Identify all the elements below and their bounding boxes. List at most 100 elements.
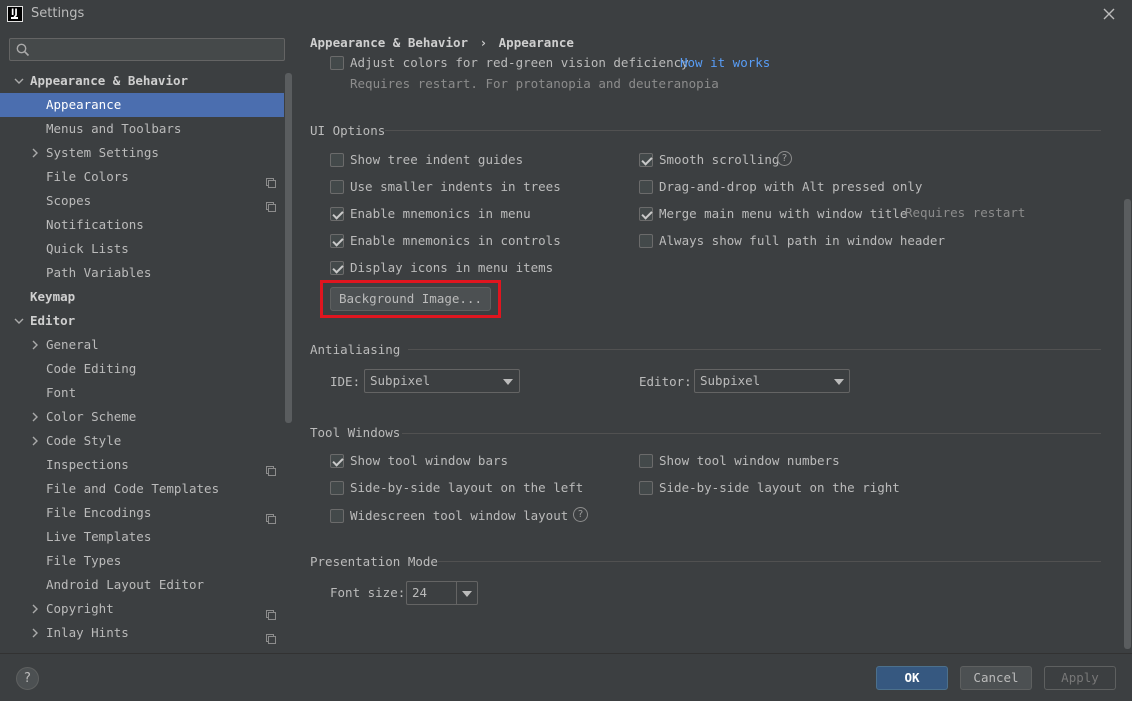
cancel-button[interactable]: Cancel [960,666,1032,690]
sidebar-item-quick-lists[interactable]: Quick Lists [0,237,284,261]
display-icons-in-menu-items-checkbox[interactable] [330,261,344,275]
chevron-right-icon[interactable] [29,597,41,621]
sidebar-item-inspections[interactable]: Inspections [0,453,284,477]
sidebar-item-label: Inspections [46,457,129,472]
widescreen-tool-window-layout-label[interactable]: Widescreen tool window layout [350,508,568,523]
sidebar-item-menus-and-toolbars[interactable]: Menus and Toolbars [0,117,284,141]
ok-button[interactable]: OK [876,666,948,690]
sidebar-item-live-templates[interactable]: Live Templates [0,525,284,549]
use-smaller-indents-in-trees-checkbox[interactable] [330,180,344,194]
always-show-full-path-in-window-header-checkbox[interactable] [639,234,653,248]
chevron-right-icon[interactable] [29,141,41,165]
sidebar-item-android-layout-editor[interactable]: Android Layout Editor [0,573,284,597]
smooth-scrolling-help-icon[interactable]: ? [777,151,792,166]
project-scope-icon [266,604,276,620]
enable-mnemonics-in-controls-label[interactable]: Enable mnemonics in controls [350,233,561,248]
editor-antialiasing-value: Subpixel [700,373,761,388]
red-green-vision-label[interactable]: Adjust colors for red-green vision defic… [350,55,689,70]
sidebar-item-system-settings[interactable]: System Settings [0,141,284,165]
sidebar-item-file-and-code-templates[interactable]: File and Code Templates [0,477,284,501]
font-size-combo[interactable]: 24 [406,581,478,605]
sidebar-item-label: Appearance [46,97,122,112]
sidebar-item-label: Scopes [46,193,92,208]
sidebar-item-label: Code Style [46,433,122,448]
chevron-right-icon[interactable] [29,621,41,645]
sidebar-item-path-variables[interactable]: Path Variables [0,261,284,285]
widescreen-help-icon[interactable]: ? [573,507,588,522]
chevron-down-icon[interactable] [13,69,25,93]
display-icons-in-menu-items-label[interactable]: Display icons in menu items [350,260,553,275]
merge-main-menu-with-window-title-label[interactable]: Merge main menu with window title [659,206,907,221]
enable-mnemonics-in-menu-label[interactable]: Enable mnemonics in menu [350,206,531,221]
always-show-full-path-in-window-header-label[interactable]: Always show full path in window header [659,233,945,248]
merge-menu-restart-hint: Requires restart [905,205,1026,220]
merge-main-menu-with-window-title-checkbox[interactable] [639,207,653,221]
sidebar-item-scopes[interactable]: Scopes [0,189,284,213]
sidebar-item-label: Notifications [46,217,144,232]
chevron-down-icon[interactable] [462,591,472,597]
sidebar-item-keymap[interactable]: Keymap [0,285,284,309]
sidebar-item-file-colors[interactable]: File Colors [0,165,284,189]
breadcrumb-separator: › [479,35,488,50]
sidebar-item-code-editing[interactable]: Code Editing [0,357,284,381]
widescreen-tool-window-layout-checkbox[interactable] [330,509,344,523]
show-tree-indent-guides-checkbox[interactable] [330,153,344,167]
sidebar-item-file-encodings[interactable]: File Encodings [0,501,284,525]
enable-mnemonics-in-menu-checkbox[interactable] [330,207,344,221]
editor-antialiasing-dropdown[interactable]: Subpixel [694,369,850,393]
enable-mnemonics-in-controls-checkbox[interactable] [330,234,344,248]
side-by-side-layout-on-the-left-checkbox[interactable] [330,481,344,495]
side-by-side-layout-on-the-right-label[interactable]: Side-by-side layout on the right [659,480,900,495]
side-by-side-layout-on-the-right-checkbox[interactable] [639,481,653,495]
sidebar-item-label: File Encodings [46,505,152,520]
sidebar-item-color-scheme[interactable]: Color Scheme [0,405,284,429]
how-it-works-link[interactable]: How it works [680,55,770,70]
sidebar-item-label: Path Variables [46,265,152,280]
chevron-down-icon [503,379,513,385]
sidebar-scrollbar[interactable] [285,73,292,423]
background-image-button[interactable]: Background Image... [330,287,491,311]
side-by-side-layout-on-the-left-label[interactable]: Side-by-side layout on the left [350,480,583,495]
smooth-scrolling-checkbox[interactable] [639,153,653,167]
sidebar-item-file-types[interactable]: File Types [0,549,284,573]
intellij-app-icon: IJ [7,6,23,22]
settings-search-field[interactable] [9,38,285,61]
font-size-value[interactable]: 24 [412,585,427,600]
use-smaller-indents-in-trees-label[interactable]: Use smaller indents in trees [350,179,561,194]
content-scrollbar[interactable] [1124,199,1131,649]
show-tool-window-bars-label[interactable]: Show tool window bars [350,453,508,468]
sidebar-item-code-style[interactable]: Code Style [0,429,284,453]
red-green-vision-checkbox[interactable] [330,56,344,70]
drag-and-drop-with-alt-pressed-only-checkbox[interactable] [639,180,653,194]
project-scope-icon [266,172,276,188]
chevron-right-icon[interactable] [29,333,41,357]
sidebar-item-copyright[interactable]: Copyright [0,597,284,621]
show-tool-window-bars-checkbox[interactable] [330,454,344,468]
show-tree-indent-guides-label[interactable]: Show tree indent guides [350,152,523,167]
sidebar-item-notifications[interactable]: Notifications [0,213,284,237]
chevron-down-icon[interactable] [13,309,25,333]
apply-button[interactable]: Apply [1044,666,1116,690]
sidebar-item-general[interactable]: General [0,333,284,357]
sidebar-item-font[interactable]: Font [0,381,284,405]
chevron-right-icon[interactable] [29,429,41,453]
sidebar-item-appearance[interactable]: Appearance [0,93,284,117]
drag-and-drop-with-alt-pressed-only-label[interactable]: Drag-and-drop with Alt pressed only [659,179,922,194]
show-tool-window-numbers-checkbox[interactable] [639,454,653,468]
settings-sidebar: Appearance & Behavior Appearance Menus and… [0,29,293,653]
smooth-scrolling-label[interactable]: Smooth scrolling [659,152,779,167]
help-button[interactable]: ? [16,667,39,690]
ide-antialiasing-dropdown[interactable]: Subpixel [364,369,520,393]
sidebar-item-editor[interactable]: Editor [0,309,284,333]
sidebar-item-label: General [46,337,99,352]
editor-antialiasing-label: Editor: [639,374,692,389]
chevron-right-icon[interactable] [29,405,41,429]
chevron-down-icon [834,379,844,385]
close-icon[interactable] [1100,5,1118,23]
sidebar-item-appearance-behavior[interactable]: Appearance & Behavior [0,69,284,93]
search-input[interactable] [34,41,279,58]
search-icon [16,43,30,57]
ui-options-divider [385,130,1101,131]
show-tool-window-numbers-label[interactable]: Show tool window numbers [659,453,840,468]
sidebar-item-inlay-hints[interactable]: Inlay Hints [0,621,284,645]
